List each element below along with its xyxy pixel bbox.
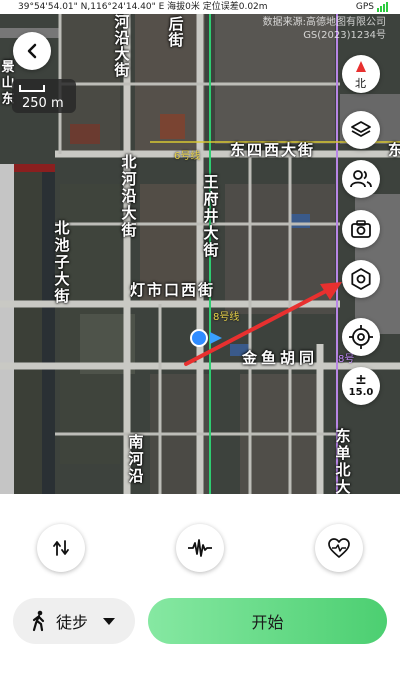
start-button[interactable]: 开始 bbox=[148, 598, 387, 644]
gps-label: GPS bbox=[355, 2, 374, 12]
status-right-group: GPS bbox=[356, 0, 388, 14]
locate-button[interactable] bbox=[342, 318, 380, 356]
dropdown-triangle-icon bbox=[103, 618, 116, 625]
street-label-east-edge: 东 bbox=[388, 141, 400, 159]
route-swap-icon bbox=[53, 540, 69, 556]
layers-button[interactable] bbox=[342, 111, 380, 149]
metro-label-line8b: 8号 bbox=[338, 354, 355, 365]
heart-rate-icon bbox=[328, 538, 350, 558]
scale-label: 250 m bbox=[22, 96, 64, 111]
waveform-icon bbox=[188, 539, 212, 557]
location-coordinates-text: 39°54'54.01" N,116°24'14.40" E 海拔0米 定位误差… bbox=[18, 2, 268, 12]
street-label-dengshikou: 灯市口西街 bbox=[130, 281, 216, 299]
street-label-houjie: 后街 bbox=[168, 15, 184, 49]
zoom-plus-minus-icon: ± bbox=[355, 372, 367, 388]
current-location-marker bbox=[190, 329, 222, 347]
settings-button[interactable] bbox=[342, 260, 380, 298]
layers-icon bbox=[351, 121, 371, 137]
walking-person-icon bbox=[32, 610, 45, 632]
street-label-dongdan: 东单北大街 bbox=[335, 427, 351, 495]
travel-mode-label: 徒步 bbox=[56, 613, 89, 632]
heart-rate-button[interactable] bbox=[315, 524, 363, 572]
street-label-beichizi: 北池子大街 bbox=[54, 219, 70, 305]
metro-label-line6: 6号线 bbox=[174, 151, 201, 162]
signal-strength-icon bbox=[377, 2, 388, 12]
compass-button[interactable]: 北 bbox=[342, 55, 380, 93]
status-bar: 39°54'54.01" N,116°24'14.40" E 海拔0米 定位误差… bbox=[0, 0, 400, 14]
back-arrow-icon bbox=[27, 43, 37, 59]
activity-wave-button[interactable] bbox=[176, 524, 224, 572]
team-users-icon bbox=[350, 170, 372, 188]
gear-icon bbox=[351, 268, 371, 290]
satellite-map[interactable]: 数据来源:高德地图有限公司 GS(2023)1234号 后街 河沿大街 景山东 … bbox=[0, 14, 400, 494]
team-button[interactable] bbox=[342, 160, 380, 198]
bottom-panel: 徒步 开始 bbox=[0, 494, 400, 681]
metro-label-line8: 8号线 bbox=[213, 312, 239, 323]
route-button[interactable] bbox=[37, 524, 85, 572]
street-label-jinyuhutong: 金鱼胡同 bbox=[242, 349, 319, 367]
back-button[interactable] bbox=[13, 32, 51, 70]
street-label-heyan-top: 河沿大街 bbox=[114, 14, 130, 79]
camera-icon bbox=[351, 220, 371, 238]
map-attribution: 数据来源:高德地图有限公司 GS(2023)1234号 bbox=[263, 16, 386, 42]
attribution-line-2: GS(2023)1234号 bbox=[303, 30, 386, 41]
crosshair-locate-icon bbox=[349, 325, 373, 349]
camera-button[interactable] bbox=[342, 210, 380, 248]
zoom-level-value: 15.0 bbox=[348, 387, 374, 398]
street-label-nanheyan: 南河沿 bbox=[128, 433, 144, 485]
travel-mode-select[interactable]: 徒步 bbox=[13, 598, 135, 644]
map-scale: 250 m bbox=[12, 79, 76, 113]
compass-north-label: 北 bbox=[355, 77, 366, 90]
street-label-dongsixi: 东四西大街 bbox=[230, 141, 316, 159]
attribution-line-1: 数据来源:高德地图有限公司 bbox=[262, 17, 386, 28]
street-label-beiheyan: 北河沿大街 bbox=[121, 153, 137, 239]
scale-bar-icon bbox=[19, 85, 45, 92]
street-label-wangfujing: 王府井大街 bbox=[203, 173, 219, 259]
zoom-level-button[interactable]: ± 15.0 bbox=[342, 367, 380, 405]
